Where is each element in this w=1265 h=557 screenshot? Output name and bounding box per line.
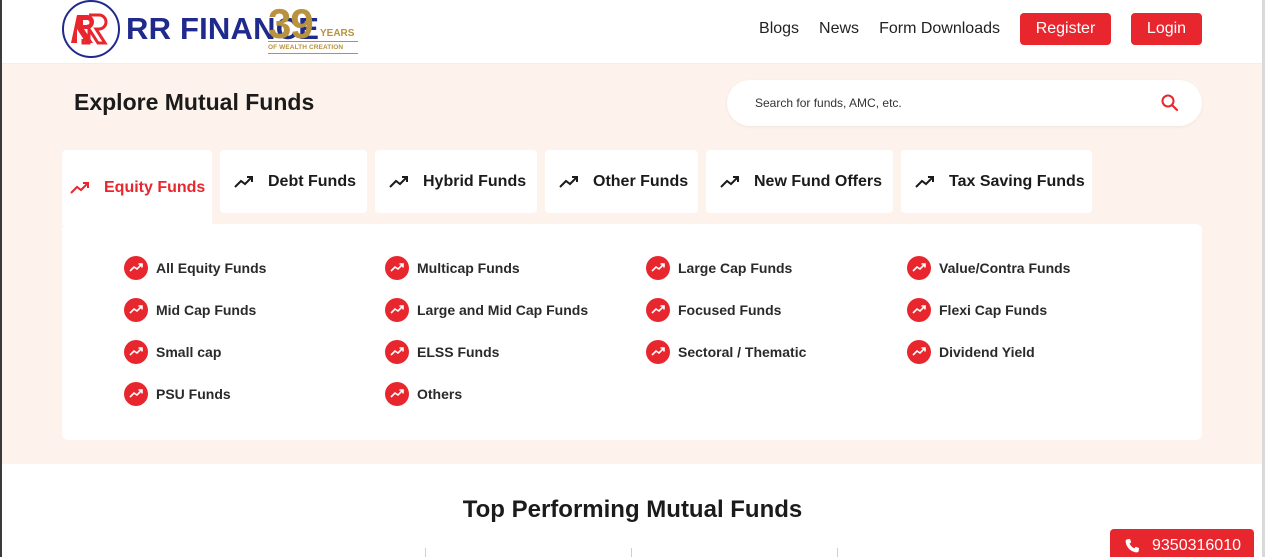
column-divider [837, 548, 838, 557]
tab-label: Equity Funds [104, 178, 206, 196]
fund-link-elss-funds[interactable]: ELSS Funds [385, 340, 499, 364]
trending-up-badge-icon [646, 256, 670, 280]
tab-other-funds[interactable]: Other Funds [545, 150, 698, 213]
fund-link-value-contra-funds[interactable]: Value/Contra Funds [907, 256, 1070, 280]
fund-link-label: Flexi Cap Funds [939, 302, 1048, 318]
tab-debt-funds[interactable]: Debt Funds [220, 150, 367, 213]
tab-new-fund-offers[interactable]: New Fund Offers [706, 150, 893, 213]
anniversary-word: YEARS [320, 28, 355, 39]
fund-link-label: Focused Funds [678, 302, 782, 318]
anniversary-badge: 39 YEARS OF WEALTH CREATION [268, 0, 360, 56]
trending-up-badge-icon [385, 340, 409, 364]
tab-label: Debt Funds [268, 172, 356, 190]
fund-link-focused-funds[interactable]: Focused Funds [646, 298, 781, 322]
trending-up-badge-icon [385, 256, 409, 280]
page-title: Explore Mutual Funds [74, 89, 315, 115]
phone-number: 9350316010 [1152, 537, 1241, 554]
fund-link-label: ELSS Funds [417, 344, 500, 360]
nav-link-news[interactable]: News [819, 20, 859, 38]
anniversary-tagline: OF WEALTH CREATION [268, 44, 344, 51]
fund-link-small-cap[interactable]: Small cap [124, 340, 221, 364]
call-button[interactable]: 9350316010 [1110, 529, 1254, 557]
trending-up-badge-icon [646, 340, 670, 364]
fund-link-label: Small cap [156, 344, 222, 360]
section-title-top-performing: Top Performing Mutual Funds [462, 496, 803, 523]
trending-up-badge-icon [124, 256, 148, 280]
trending-up-badge-icon [907, 340, 931, 364]
logo-mark-icon [62, 0, 120, 58]
phone-icon [1125, 539, 1139, 553]
explore-section: Explore Mutual Funds Equity Funds Debt F… [2, 64, 1262, 464]
fund-link-sectoral-thematic[interactable]: Sectoral / Thematic [646, 340, 806, 364]
anniversary-rule [268, 53, 358, 54]
fund-link-psu-funds[interactable]: PSU Funds [124, 382, 231, 406]
tab-label: Tax Saving Funds [949, 172, 1085, 190]
fund-link-label: PSU Funds [156, 386, 231, 402]
trending-up-badge-icon [124, 340, 148, 364]
nav-link-blogs[interactable]: Blogs [759, 20, 799, 38]
fund-link-label: Mid Cap Funds [156, 302, 257, 318]
anniversary-rule [268, 41, 358, 42]
fund-link-mid-cap-funds[interactable]: Mid Cap Funds [124, 298, 256, 322]
tab-equity-funds[interactable]: Equity Funds [62, 150, 212, 225]
trending-up-icon [559, 175, 578, 188]
fund-link-label: Large and Mid Cap Funds [417, 302, 589, 318]
trending-up-icon [70, 181, 89, 194]
trending-up-badge-icon [385, 298, 409, 322]
equity-categories-panel: All Equity Funds Mid Cap Funds Small cap… [62, 224, 1202, 440]
fund-link-flexi-cap-funds[interactable]: Flexi Cap Funds [907, 298, 1047, 322]
fund-link-large-cap-funds[interactable]: Large Cap Funds [646, 256, 792, 280]
tab-hybrid-funds[interactable]: Hybrid Funds [375, 150, 537, 213]
fund-link-label: Value/Contra Funds [939, 260, 1071, 276]
nav-link-form-downloads[interactable]: Form Downloads [879, 20, 1000, 38]
fund-link-all-equity-funds[interactable]: All Equity Funds [124, 256, 266, 280]
fund-link-label: Large Cap Funds [678, 260, 793, 276]
tab-tax-saving-funds[interactable]: Tax Saving Funds [901, 150, 1092, 213]
trending-up-badge-icon [646, 298, 670, 322]
fund-link-dividend-yield[interactable]: Dividend Yield [907, 340, 1035, 364]
trending-up-icon [234, 175, 253, 188]
fund-link-label: Sectoral / Thematic [678, 344, 807, 360]
fund-link-multicap-funds[interactable]: Multicap Funds [385, 256, 520, 280]
tab-label: Hybrid Funds [423, 172, 527, 190]
fund-link-label: Dividend Yield [939, 344, 1035, 360]
search-box [727, 80, 1202, 126]
tab-label: Other Funds [593, 172, 689, 190]
trending-up-icon [389, 175, 408, 188]
fund-link-label: All Equity Funds [156, 260, 267, 276]
trending-up-badge-icon [124, 382, 148, 406]
column-divider [631, 548, 632, 557]
fund-link-others[interactable]: Others [385, 382, 462, 406]
trending-up-icon [720, 175, 739, 188]
search-input[interactable] [755, 96, 1135, 110]
trending-up-badge-icon [907, 256, 931, 280]
main-nav: Blogs News Form Downloads Register Login [759, 13, 1202, 45]
column-divider [425, 548, 426, 557]
fund-link-large-and-mid-cap-funds[interactable]: Large and Mid Cap Funds [385, 298, 588, 322]
trending-up-badge-icon [907, 298, 931, 322]
register-button[interactable]: Register [1020, 13, 1111, 45]
site-header: RR FINANCE 39 YEARS OF WEALTH CREATION B… [2, 0, 1262, 64]
login-button[interactable]: Login [1131, 13, 1202, 45]
trending-up-icon [915, 175, 934, 188]
trending-up-badge-icon [124, 298, 148, 322]
search-icon[interactable] [1160, 93, 1180, 113]
tab-label: New Fund Offers [754, 172, 883, 190]
trending-up-badge-icon [385, 382, 409, 406]
fund-link-label: Multicap Funds [417, 260, 520, 276]
fund-link-label: Others [417, 386, 463, 402]
